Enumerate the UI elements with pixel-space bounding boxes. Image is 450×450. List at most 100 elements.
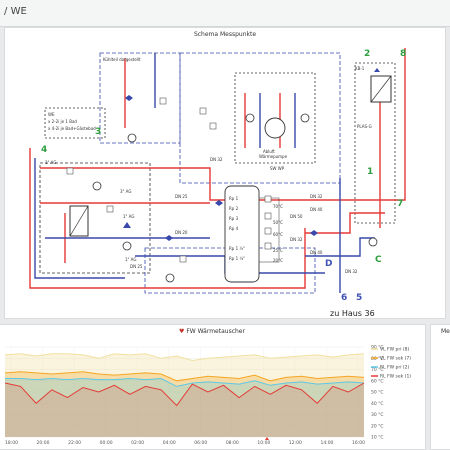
label-dn32-b: DN 32 [310,194,323,199]
pump-7 [165,273,175,283]
x-tick-label: 16:00 [352,440,365,446]
supply-line-top [40,48,406,201]
chart-panel: ♥ FW Wärmetauscher 90 °C 80 °C 70 °C 60 °C 5… [0,324,426,450]
marker-d: D [325,259,332,269]
y-tick-label: 50 °C [371,390,384,396]
label-dn40-a: DN 40 [310,207,323,212]
label-ag-1: 1" AG [45,160,56,165]
sensor-4 [264,195,272,203]
legend-label: VL FW pri (8) [380,347,409,353]
label-waermepumpe: Wärmepumpe [259,154,288,159]
label-dn50: DN 50 [290,214,303,219]
marker-3: 3 [95,127,101,137]
label-rp-1: Rp 1 [229,196,239,201]
legend-label: RL FW sek (1) [380,374,411,380]
x-tick-label: 14:00 [320,440,333,446]
pump-2 [127,133,137,143]
label-dn32-c: DN 32 [290,237,303,242]
x-tick-label: 04:00 [163,440,176,446]
line-chart[interactable]: 90 °C80 °C70 °C60 °C50 °C40 °C30 °C20 °C… [0,325,426,450]
label-rp-5: Rp 1 ½" [229,246,245,251]
pump-3 [245,113,255,123]
label-temp-3: 60°C [273,232,283,237]
y-tick-label: 20 °C [371,423,384,429]
valve-5 [374,68,380,72]
label-ag-4: 1" AG [125,257,136,262]
legend-label: RL FW pri (2) [380,365,410,371]
breadcrumb-separator: / [4,6,8,17]
sensor-8 [179,255,187,263]
label-dn25-a: DN 25 [175,194,188,199]
breadcrumb-page[interactable]: WE [11,6,27,17]
pump-4 [300,113,310,123]
marker-6: 6 [341,293,347,303]
label-zu-haus: zu Haus 36 [330,309,375,318]
marker-7: 7 [397,199,403,209]
label-we-1: WE [48,112,55,117]
marker-8: 8 [400,49,406,59]
kuehlteil-box [99,52,181,144]
sensor-1 [159,97,167,105]
heat-pump [264,117,286,139]
sensor-6 [264,227,272,235]
label-we-2: x 2-2i je 1 Bad [48,119,77,124]
label-temp-1: 70°C [273,204,283,209]
top-bar: / WE [0,0,450,27]
label-dn32-top: DN 32 [210,157,223,162]
label-kb: KB-1 [355,66,365,71]
label-dn20: DN 20 [175,230,188,235]
label-sw-wp: SW WP [270,166,285,171]
label-kuehlteil: Kühlteil dargestellt [103,57,141,62]
sensor-9 [66,167,74,175]
schema-panel: Schema Messpunkte Kühlteil dargestellt W… [4,27,446,319]
sensor-3 [209,122,217,130]
label-dn40-b: DN 40 [310,250,323,255]
label-ag-2: 3" AG [120,189,131,194]
x-tick-label: 08:00 [226,440,239,446]
right-panel-title[interactable]: Me [441,328,450,335]
label-temp-4: 25°C [273,248,283,253]
label-we-3: x 4-2i je Bad+Gästebad [48,126,96,131]
valve-4 [310,230,318,236]
breadcrumb: / WE [4,6,27,17]
legend-label: VL FW sek (7) [380,356,411,362]
label-rp-2: Rp 2 [229,206,239,211]
marker-4: 4 [41,145,47,155]
label-rp-4: Rp 4 [229,226,239,231]
x-tick-label: 02:00 [131,440,144,446]
label-dn32-d: DN 32 [345,269,358,274]
x-tick-label: 20:00 [37,440,50,446]
valve-2 [165,235,173,241]
valve-1 [125,95,133,101]
x-tick-label: 22:00 [68,440,81,446]
valve-3 [215,200,223,206]
label-temp-5: 20°C [273,258,283,263]
label-rp-6: Rp 1 ¼" [229,256,245,261]
marker-5: 5 [356,293,362,303]
label-rp-3: Rp 3 [229,216,239,221]
right-panel: Me [430,324,450,450]
pump-6 [122,241,132,251]
y-tick-label: 10 °C [371,435,384,441]
label-ag-3: 1" AG [123,214,134,219]
x-tick-label: 10:00 [257,440,270,446]
marker-1: 1 [367,167,373,177]
pump-5 [368,237,378,247]
y-tick-label: 30 °C [371,412,384,418]
marker-2: 2 [364,49,370,59]
sensor-10 [106,205,114,213]
valve-6 [123,222,131,228]
now-marker [265,437,269,440]
x-tick-label: 06:00 [194,440,207,446]
label-dn25-b: DN 25 [130,264,143,269]
y-tick-label: 40 °C [371,401,384,407]
sensor-2 [199,107,207,115]
x-tick-label: 12:00 [289,440,302,446]
x-tick-label: 00:00 [100,440,113,446]
label-temp-2: 50°C [273,220,283,225]
x-tick-label: 18:00 [5,440,18,446]
label-plas: PLAS-G [357,124,372,129]
pump-1 [92,181,102,191]
sensor-7 [264,242,272,250]
schema-diagram: Kühlteil dargestellt WE x 2-2i je 1 Bad … [29,48,406,318]
